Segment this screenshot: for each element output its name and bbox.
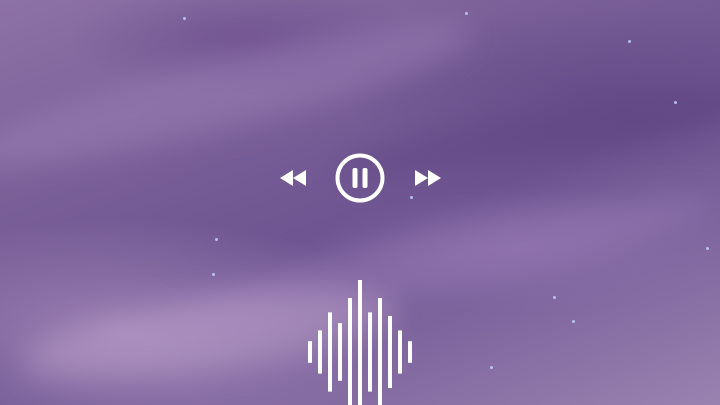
waveform-bar (378, 298, 382, 405)
star (553, 296, 556, 299)
rewind-icon[interactable] (278, 168, 308, 188)
waveform-bar (328, 312, 332, 392)
pause-circle-icon[interactable] (334, 152, 386, 204)
waveform-bar (338, 323, 342, 381)
fast-forward-icon[interactable] (413, 168, 443, 188)
audio-waveform-icon (308, 280, 412, 405)
waveform-bar (388, 316, 392, 388)
star (490, 366, 493, 369)
star (572, 320, 575, 323)
playback-controls (270, 148, 450, 208)
star (183, 17, 186, 20)
waveform-bar (408, 341, 412, 363)
star (628, 40, 631, 43)
waveform-bar (398, 330, 402, 374)
star (465, 12, 468, 15)
star (215, 238, 218, 241)
waveform-bar (348, 298, 352, 405)
waveform-bar (368, 312, 372, 392)
waveform-bar (308, 341, 312, 363)
star (212, 273, 215, 276)
waveform-bar (318, 330, 322, 374)
star (706, 247, 709, 250)
waveform-bar (358, 280, 362, 405)
star (674, 101, 677, 104)
